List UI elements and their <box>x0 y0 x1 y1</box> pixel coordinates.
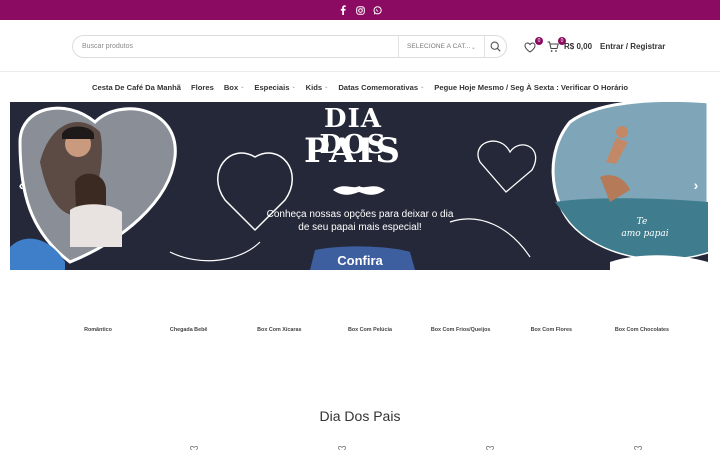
nav-item-flores[interactable]: Flores <box>191 83 214 92</box>
nav-item-box[interactable]: Box ⌄ <box>224 83 245 92</box>
heart-icon <box>524 42 536 53</box>
top-bar <box>0 0 720 20</box>
nav-item-label: Pegue Hoje Mesmo / Seg À Sexta : Verific… <box>434 82 629 92</box>
nav-item-label: Kids <box>305 82 323 92</box>
nav-item-label: Cesta De Café Da Manhã <box>91 82 182 92</box>
category-strip: Romântico Chegada Bebê Box Com Xícaras B… <box>55 327 685 333</box>
facebook-icon[interactable] <box>338 5 348 15</box>
nav-item-label: Especiais <box>254 82 290 92</box>
instagram-icon[interactable] <box>355 5 365 15</box>
product-wishlist-icon[interactable] <box>486 446 494 450</box>
chevron-down-icon: ⌄ <box>240 84 245 90</box>
main-nav: Cesta De Café Da Manhã Flores Box ⌄ Espec… <box>0 78 720 96</box>
category-chegada-bebe[interactable]: Chegada Bebê <box>146 327 232 333</box>
section-title: Dia Dos Pais <box>319 408 401 424</box>
site-header: Buscar produtos SELECIONE A CAT... ⌄ 0 0… <box>0 20 720 72</box>
wishlist-count-badge: 0 <box>535 37 543 45</box>
login-register-link[interactable]: Entrar / Registrar <box>600 42 665 51</box>
banner-subtitle-line2: de seu papai mais especial! <box>298 222 422 233</box>
category-romantico[interactable]: Romântico <box>55 327 141 333</box>
nav-item-cesta-cafe[interactable]: Cesta De Café Da Manhã <box>92 83 181 92</box>
nav-item-datas-comemorativas[interactable]: Datas Comemorativas ⌄ <box>338 83 424 92</box>
nav-item-especiais[interactable]: Especiais ⌄ <box>254 83 295 92</box>
nav-item-label: Box <box>223 82 239 92</box>
category-box-pelucia[interactable]: Box Com Pelúcia <box>327 327 413 333</box>
search-input[interactable]: Buscar produtos <box>73 43 398 50</box>
search-bar: Buscar produtos SELECIONE A CAT... ⌄ <box>72 35 507 58</box>
chevron-down-icon: ⌄ <box>470 45 476 51</box>
category-box-flores[interactable]: Box Com Flores <box>508 327 594 333</box>
nav-item-label: Flores <box>191 82 214 92</box>
product-wishlist-icon[interactable] <box>634 446 642 450</box>
category-box-frios-queijos[interactable]: Box Com Frios/Queijos <box>418 327 504 333</box>
banner-handwriting-line1: Te <box>636 217 648 227</box>
whatsapp-icon[interactable] <box>372 5 382 15</box>
category-select-label: SELECIONE A CAT... <box>407 43 471 50</box>
product-wishlist-icon[interactable] <box>190 446 198 450</box>
cart-total[interactable]: R$ 0,00 <box>564 42 592 51</box>
carousel-prev-button[interactable]: ‹ <box>15 176 27 194</box>
cart-icon <box>547 41 559 52</box>
chevron-down-icon: ⌄ <box>291 84 296 90</box>
search-button[interactable] <box>484 36 506 57</box>
banner-cta[interactable]: Confira <box>315 253 405 268</box>
nav-item-label: Datas Comemorativas <box>338 82 419 92</box>
chevron-down-icon: ⌄ <box>420 84 425 90</box>
banner-handwriting-line2: amo papai <box>621 229 669 239</box>
banner-title-line2: PAIS <box>304 131 402 171</box>
nav-item-pegue-hoje[interactable]: Pegue Hoje Mesmo / Seg À Sexta : Verific… <box>434 83 628 92</box>
cart-button[interactable]: 0 <box>547 37 566 54</box>
category-box-xicaras[interactable]: Box Com Xícaras <box>236 327 322 333</box>
carousel-next-button[interactable]: › <box>690 176 702 194</box>
category-box-chocolates[interactable]: Box Com Chocolates <box>599 327 685 333</box>
search-icon <box>490 41 501 52</box>
banner-subtitle-line1: Conheça nossas opções para deixar o dia <box>266 209 454 220</box>
chevron-right-icon: › <box>693 177 699 193</box>
category-select[interactable]: SELECIONE A CAT... ⌄ <box>398 36 484 57</box>
chevron-down-icon: ⌄ <box>324 84 329 90</box>
chevron-left-icon: ‹ <box>18 177 24 193</box>
product-wishlist-icon[interactable] <box>338 446 346 450</box>
nav-item-kids[interactable]: Kids ⌄ <box>306 83 329 92</box>
wishlist-button[interactable]: 0 <box>524 37 543 54</box>
hero-banner[interactable]: DIA DOS PAIS Conheça nossas opções para … <box>10 102 708 270</box>
